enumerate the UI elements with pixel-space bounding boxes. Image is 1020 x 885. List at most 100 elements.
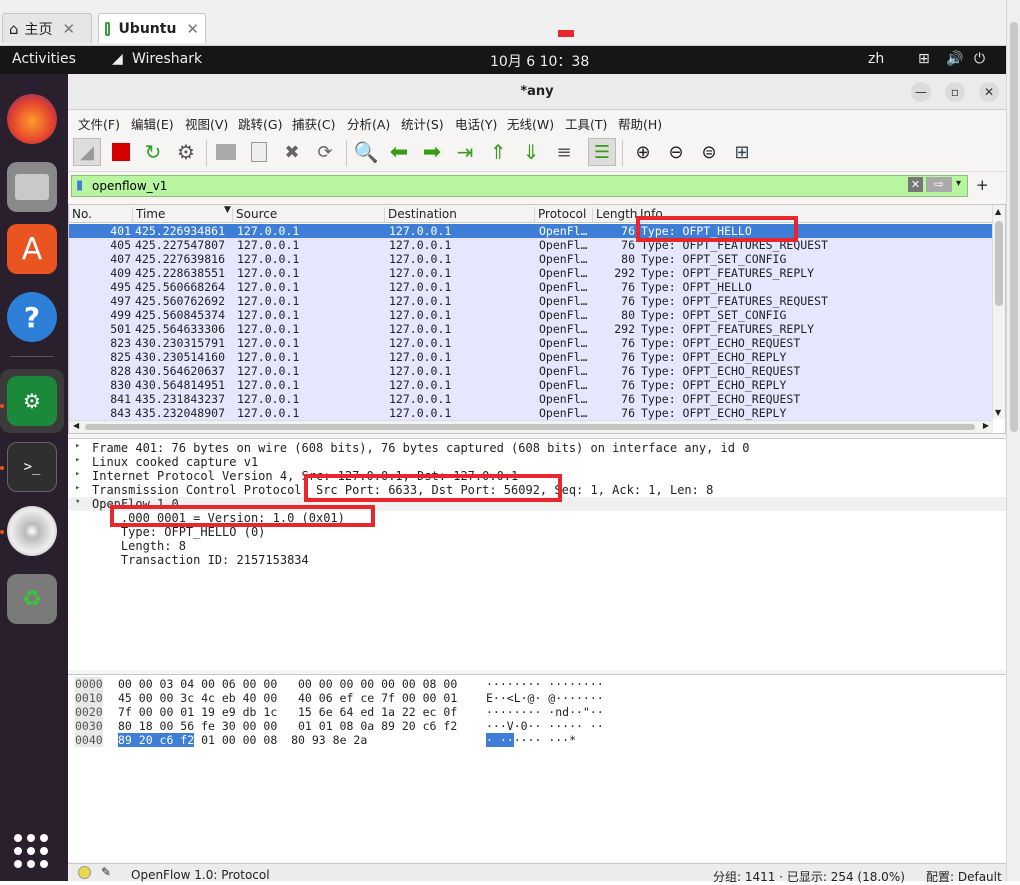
volume-icon[interactable]: 🔊 — [946, 51, 963, 67]
close-button[interactable]: ✕ — [979, 82, 999, 102]
auto-scroll-icon[interactable]: ≡ — [550, 138, 578, 166]
scroll-left-icon[interactable]: ◀ — [73, 421, 79, 430]
menu-analyze[interactable]: 分析(A) — [347, 114, 390, 133]
software-icon[interactable]: A — [7, 224, 57, 274]
column-time[interactable]: Time — [133, 207, 233, 223]
menu-view[interactable]: 视图(V) — [185, 114, 228, 133]
bytes-line[interactable]: 0020 7f 00 00 01 19 e9 db 1c 15 6e 64 ed … — [68, 705, 968, 719]
menu-statistics[interactable]: 统计(S) — [401, 114, 444, 133]
packet-row[interactable]: 843 435.232048907 127.0.0.1 127.0.0.1 OpenFl… — [69, 406, 993, 420]
firefox-icon[interactable] — [7, 94, 57, 144]
bookmark-icon[interactable]: ▮ — [76, 178, 83, 193]
expert-info-icon[interactable] — [78, 866, 91, 879]
apply-filter-icon[interactable]: ⇨ — [926, 177, 952, 192]
save-file-icon[interactable] — [245, 138, 273, 166]
clear-filter-icon[interactable]: ✕ — [908, 177, 923, 192]
host-tab-home[interactable]: ⌂ 主页 ✕ — [2, 13, 92, 43]
expand-right-icon[interactable]: ▸ — [75, 483, 80, 493]
terminal-icon[interactable]: >_ — [7, 442, 57, 492]
zoom-reset-icon[interactable]: ⊜ — [695, 138, 723, 166]
column-length[interactable]: Length — [593, 207, 637, 223]
detail-line[interactable]: Transaction ID: 2157153834 — [68, 553, 1006, 567]
close-file-icon[interactable]: ✖ — [278, 138, 306, 166]
go-back-icon[interactable]: ⬅ — [385, 138, 413, 166]
scroll-thumb[interactable] — [1010, 22, 1018, 432]
close-icon[interactable]: ✕ — [63, 20, 76, 38]
detail-line[interactable]: .000 0001 = Version: 1.0 (0x01) — [68, 511, 1006, 525]
maximize-button[interactable]: ▫ — [945, 82, 965, 102]
expand-right-icon[interactable]: ▸ — [75, 455, 80, 465]
menu-capture[interactable]: 捕获(C) — [292, 114, 335, 133]
packet-row[interactable]: 841 435.231843237 127.0.0.1 127.0.0.1 OpenFl… — [69, 392, 993, 406]
find-packet-icon[interactable]: 🔍 — [352, 138, 380, 166]
scroll-right-icon[interactable]: ▶ — [983, 421, 989, 430]
display-filter-input[interactable] — [92, 178, 892, 194]
help-icon[interactable]: ? — [7, 292, 57, 342]
add-filter-button[interactable]: + — [976, 176, 989, 194]
menu-telephony[interactable]: 电话(Y) — [455, 114, 497, 133]
go-forward-icon[interactable]: ➡ — [418, 138, 446, 166]
close-icon[interactable]: ✕ — [186, 20, 199, 38]
column-info[interactable]: Info — [637, 207, 993, 223]
go-to-packet-icon[interactable]: ⇥ — [451, 138, 479, 166]
menu-file[interactable]: 文件(F) — [78, 114, 120, 133]
detail-line[interactable]: Type: OFPT_HELLO (0) — [68, 525, 1006, 539]
network-icon[interactable]: ⊞ — [918, 51, 930, 67]
detail-line[interactable]: ▸ Frame 401: 76 bytes on wire (608 bits),… — [68, 441, 1006, 455]
stop-capture-icon[interactable] — [107, 138, 135, 166]
packet-row[interactable]: 499 425.560845374 127.0.0.1 127.0.0.1 OpenFl… — [69, 308, 993, 322]
restart-capture-icon[interactable]: ↻ — [139, 138, 167, 166]
chevron-down-icon[interactable]: ▾ — [956, 178, 961, 189]
menu-tools[interactable]: 工具(T) — [565, 114, 607, 133]
capture-options-icon[interactable]: ⚙ — [172, 138, 200, 166]
bytes-line[interactable]: 0040 89 20 c6 f2 01 00 00 08 80 93 8e 2a ·… — [68, 733, 968, 747]
wireshark-icon[interactable]: ⚙ — [7, 376, 57, 426]
packet-row[interactable]: 401 425.226934861 127.0.0.1 127.0.0.1 OpenFl… — [69, 224, 993, 238]
packet-row[interactable]: 495 425.560668264 127.0.0.1 127.0.0.1 OpenFl… — [69, 280, 993, 294]
bytes-line[interactable]: 0030 80 18 00 56 fe 30 00 00 01 01 08 0a … — [68, 719, 968, 733]
resize-columns-icon[interactable]: ⊞ — [728, 138, 756, 166]
bytes-line[interactable]: 0000 00 00 03 04 00 06 00 00 00 00 00 00 … — [68, 677, 968, 691]
start-capture-icon[interactable]: ◢ — [73, 138, 101, 166]
expand-right-icon[interactable]: ▸ — [75, 441, 80, 451]
packet-row[interactable]: 823 430.230315791 127.0.0.1 127.0.0.1 OpenFl… — [69, 336, 993, 350]
power-icon[interactable]: ⏻ — [974, 51, 985, 67]
menu-wireless[interactable]: 无线(W) — [507, 114, 554, 133]
scroll-thumb[interactable] — [995, 221, 1003, 306]
zoom-in-icon[interactable]: ⊕ — [629, 138, 657, 166]
menu-help[interactable]: 帮助(H) — [618, 114, 662, 133]
scroll-down-icon[interactable]: ▼ — [995, 408, 1001, 417]
packet-row[interactable]: 501 425.564633306 127.0.0.1 127.0.0.1 OpenFl… — [69, 322, 993, 336]
trash-icon[interactable]: ♻ — [7, 574, 57, 624]
column-protocol[interactable]: Protocol — [535, 207, 593, 223]
column-destination[interactable]: Destination — [385, 207, 535, 223]
scroll-up-icon[interactable]: ▲ — [995, 207, 1001, 216]
edit-comment-icon[interactable]: ✎ — [101, 865, 111, 879]
minimize-button[interactable]: — — [911, 82, 931, 102]
expand-down-icon[interactable]: ▾ — [75, 497, 80, 507]
packet-row[interactable]: 825 430.230514160 127.0.0.1 127.0.0.1 OpenFl… — [69, 350, 993, 364]
colorize-icon[interactable]: ☰ — [588, 138, 616, 166]
input-method[interactable]: zh — [868, 51, 884, 67]
column-source[interactable]: Source — [233, 207, 385, 223]
menu-edit[interactable]: 编辑(E) — [131, 114, 174, 133]
status-profile[interactable]: 配置: Default — [926, 868, 1002, 885]
packet-row[interactable]: 497 425.560762692 127.0.0.1 127.0.0.1 OpenFl… — [69, 294, 993, 308]
reload-file-icon[interactable]: ⟳ — [311, 138, 339, 166]
packet-list-hscroll[interactable]: ◀ ▶ — [69, 420, 993, 433]
detail-line[interactable]: ▸ Internet Protocol Version 4, Src: 127.0… — [68, 469, 1006, 483]
disc-icon[interactable] — [7, 506, 57, 556]
packet-row[interactable]: 405 425.227547807 127.0.0.1 127.0.0.1 OpenFl… — [69, 238, 993, 252]
column-no[interactable]: No. — [69, 207, 133, 223]
go-first-icon[interactable]: ⇑ — [484, 138, 512, 166]
files-icon[interactable] — [7, 162, 57, 212]
app-menu[interactable]: Wireshark — [132, 51, 202, 67]
packet-row[interactable]: 407 425.227639816 127.0.0.1 127.0.0.1 OpenFl… — [69, 252, 993, 266]
detail-line[interactable]: ▸ Linux cooked capture v1 — [68, 455, 1006, 469]
expand-right-icon[interactable]: ▸ — [75, 469, 80, 479]
host-tab-ubuntu[interactable]: Ubuntu ✕ — [98, 13, 206, 43]
go-last-icon[interactable]: ⇓ — [517, 138, 545, 166]
detail-line[interactable]: ▾ OpenFlow 1.0 — [68, 497, 1006, 511]
host-scrollbar[interactable] — [1006, 0, 1020, 881]
clock[interactable]: 10月 6 10：38 — [490, 51, 589, 71]
